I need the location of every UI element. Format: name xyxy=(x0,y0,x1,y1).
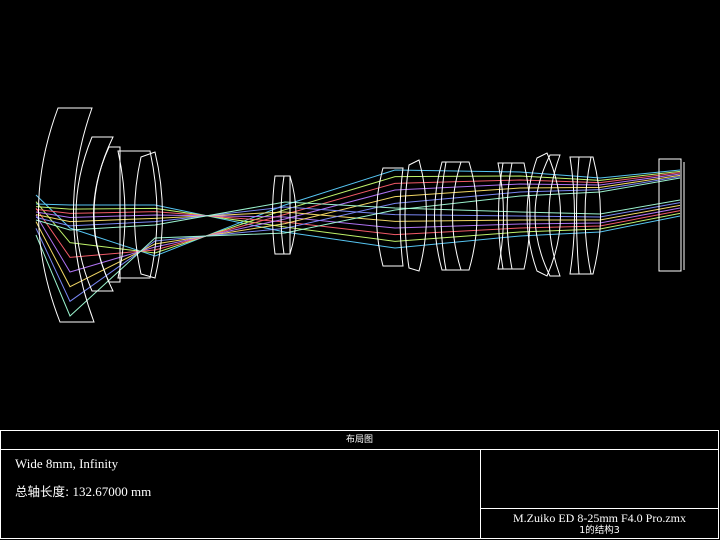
title-block: 布局图 Wide 8mm, Infinity 总轴长度: 132.67000 m… xyxy=(0,430,719,539)
total-axial-length: 总轴长度: 132.67000 mm xyxy=(15,481,151,500)
lens-element-8 xyxy=(376,167,404,267)
lens-element-3 xyxy=(93,146,121,283)
lens-element-11 xyxy=(440,161,462,271)
diagram-title: 布局图 xyxy=(1,431,718,450)
configuration-index: 1的结构3 xyxy=(579,525,620,536)
configuration-description: Wide 8mm, Infinity xyxy=(15,456,119,471)
lens-element-17 xyxy=(576,156,592,275)
lens-elements xyxy=(38,107,685,323)
ray-upper-5 xyxy=(35,176,681,303)
ray-upper-2 xyxy=(35,172,681,258)
lens-element-4 xyxy=(117,150,158,279)
file-info: M.Zuiko ED 8-25mm F4.0 Pro.zmx 1的结构3 xyxy=(481,508,718,539)
total-axial-length-value: 132.67000 mm xyxy=(72,484,152,499)
ray-upper-6 xyxy=(35,177,681,317)
total-axial-length-label: 总轴长度: xyxy=(15,484,70,499)
title-block-info: Wide 8mm, Infinity 总轴长度: 132.67000 mm xyxy=(1,450,481,539)
ray-upper-4 xyxy=(35,174,681,288)
lens-layout-diagram xyxy=(35,107,685,323)
title-block-file: M.Zuiko ED 8-25mm F4.0 Pro.zmx 1的结构3 xyxy=(481,450,718,539)
lens-element-14 xyxy=(526,152,561,277)
ray-fans xyxy=(35,169,681,317)
file-name: M.Zuiko ED 8-25mm F4.0 Pro.zmx xyxy=(513,511,686,525)
